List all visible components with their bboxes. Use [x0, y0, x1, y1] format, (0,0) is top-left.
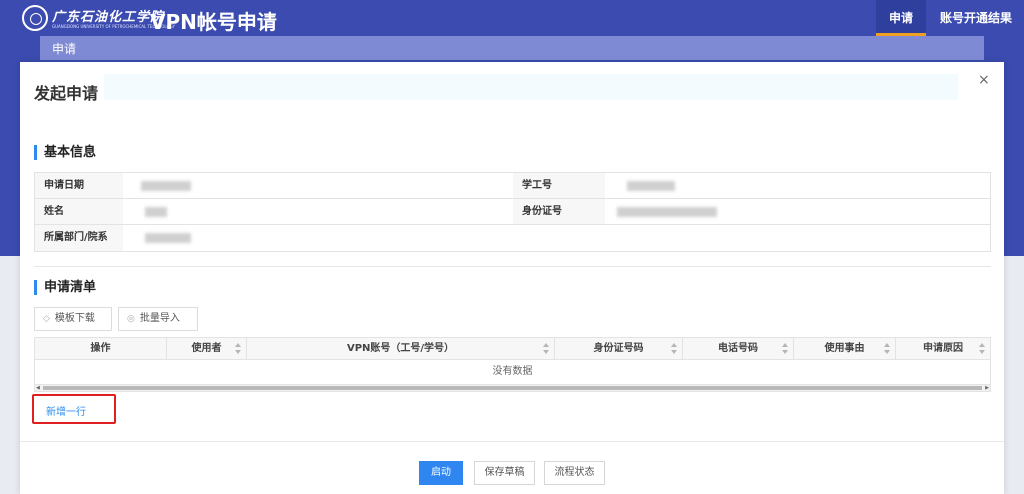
sort-icon[interactable]: [884, 343, 890, 355]
sub-header-label: 申请: [52, 42, 77, 56]
nav-tab-account-result[interactable]: 账号开通结果: [928, 0, 1024, 36]
apply-modal: 发起申请 × 基本信息 申请日期 学工号 姓名 身份证号 所属部门/院系 申请清…: [20, 62, 1004, 494]
title-shade: [104, 74, 958, 100]
section-apply-list: 申请清单: [34, 280, 96, 295]
redacted-value: [145, 207, 167, 217]
modal-footer: 启动 保存草稿 流程状态: [20, 441, 1004, 494]
info-row: 申请日期 学工号: [35, 173, 990, 199]
id-no-label: 身份证号: [513, 199, 605, 224]
school-name: 广东石油化工学院: [52, 10, 165, 25]
scroll-left-icon[interactable]: ◀: [36, 385, 40, 391]
col-action: 操作: [35, 338, 167, 359]
section-basic-info: 基本信息: [34, 145, 96, 160]
apply-date-label: 申请日期: [35, 173, 123, 198]
redacted-value: [617, 207, 717, 217]
batch-import-button[interactable]: ◎ 批量导入: [118, 307, 198, 331]
start-button[interactable]: 启动: [419, 461, 463, 485]
close-icon[interactable]: ×: [978, 72, 990, 88]
table-header: 操作 使用者 VPN账号（工号/学号） 身份证号码 电话号码 使用事由 申请原因: [35, 338, 990, 360]
app-title: VPN帐号申请: [150, 10, 277, 34]
nav-tab-apply[interactable]: 申请: [876, 0, 926, 36]
info-row: 姓名 身份证号: [35, 199, 990, 225]
staff-no-value: [605, 173, 990, 198]
template-download-label: 模板下载: [54, 313, 95, 324]
sort-icon[interactable]: [782, 343, 788, 355]
add-row-link[interactable]: 新增一行: [46, 403, 86, 418]
col-apply-reason[interactable]: 申请原因: [896, 338, 990, 359]
col-id-number[interactable]: 身份证号码: [555, 338, 683, 359]
info-empty-cell: [513, 225, 990, 251]
department-label: 所属部门/院系: [35, 225, 123, 251]
redacted-value: [141, 181, 191, 191]
import-icon: ◎: [127, 314, 135, 324]
col-user[interactable]: 使用者: [167, 338, 247, 359]
department-value: [123, 225, 513, 251]
sort-icon[interactable]: [979, 343, 985, 355]
empty-table-text: 没有数据: [492, 366, 533, 377]
sort-icon[interactable]: [235, 343, 241, 355]
scroll-thumb[interactable]: [43, 386, 982, 390]
school-logo-icon: [22, 5, 48, 31]
name-label: 姓名: [35, 199, 123, 224]
download-icon: ◇: [43, 314, 50, 324]
horizontal-scrollbar[interactable]: ◀ ▶: [35, 384, 990, 391]
apply-list-table: 操作 使用者 VPN账号（工号/学号） 身份证号码 电话号码 使用事由 申请原因…: [34, 337, 991, 392]
id-no-value: [605, 199, 990, 224]
info-row: 所属部门/院系: [35, 225, 990, 251]
col-phone[interactable]: 电话号码: [683, 338, 794, 359]
staff-no-label: 学工号: [513, 173, 605, 198]
scroll-right-icon[interactable]: ▶: [985, 385, 989, 391]
redacted-value: [145, 233, 191, 243]
apply-date-value: [123, 173, 513, 198]
basic-info-table: 申请日期 学工号 姓名 身份证号 所属部门/院系: [34, 172, 991, 252]
batch-import-label: 批量导入: [139, 313, 180, 324]
save-draft-button[interactable]: 保存草稿: [474, 461, 535, 485]
sort-icon[interactable]: [671, 343, 677, 355]
top-navbar: 广东石油化工学院 GUANGDONG UNIVERSITY OF PETROCH…: [0, 0, 1024, 36]
modal-title: 发起申请: [34, 84, 99, 103]
col-reason-use[interactable]: 使用事由: [794, 338, 896, 359]
flow-status-button[interactable]: 流程状态: [544, 461, 605, 485]
section-divider: [34, 266, 991, 267]
sub-header-strip: [40, 36, 984, 60]
name-value: [123, 199, 513, 224]
col-vpn-account[interactable]: VPN账号（工号/学号）: [247, 338, 555, 359]
add-row-highlight: 新增一行: [32, 394, 116, 424]
sort-icon[interactable]: [543, 343, 549, 355]
redacted-value: [627, 181, 675, 191]
template-download-button[interactable]: ◇ 模板下载: [34, 307, 112, 331]
